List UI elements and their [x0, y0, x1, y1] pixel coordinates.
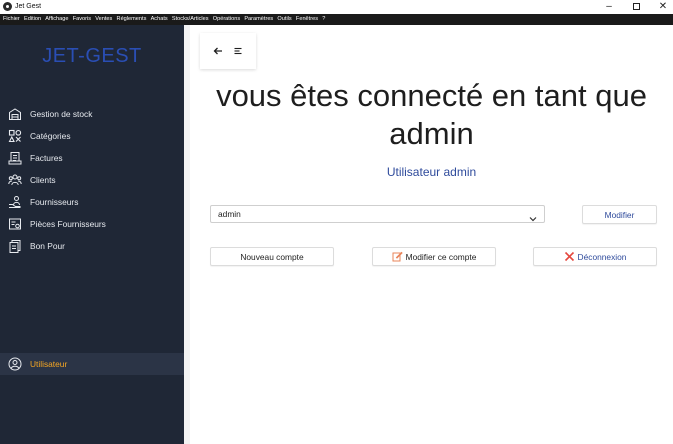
- sidebar-item-bon-pour[interactable]: Bon Pour: [0, 235, 184, 257]
- edit-account-label: Modifier ce compte: [405, 251, 477, 262]
- supplier-docs-icon: [8, 217, 22, 231]
- sidebar-item-fournisseurs[interactable]: Fournisseurs: [0, 191, 184, 213]
- menu-affichage[interactable]: Affichage: [45, 14, 68, 25]
- page-title: vous êtes connecté en tant que admin: [216, 78, 647, 151]
- menu-help[interactable]: ?: [322, 14, 325, 25]
- back-arrow-icon[interactable]: [211, 44, 225, 58]
- menu-ventes[interactable]: Ventes: [95, 14, 112, 25]
- brand-logo-text: JET-GEST: [42, 45, 142, 67]
- invoice-icon: [8, 151, 22, 165]
- clients-icon: [8, 173, 22, 187]
- menu-operations[interactable]: Opérations: [213, 14, 240, 25]
- menu-lines-icon[interactable]: [231, 44, 245, 58]
- warehouse-icon: [8, 107, 22, 121]
- close-x-icon: [564, 251, 575, 262]
- user-icon: [8, 357, 22, 371]
- sidebar-item-label: Fournisseurs: [30, 197, 79, 207]
- sidebar-item-categories[interactable]: Catégories: [0, 125, 184, 147]
- chevron-down-icon: [529, 210, 537, 222]
- maximize-icon: [632, 3, 640, 10]
- window-title: Jet Gest: [15, 3, 42, 10]
- sidebar: JET-GEST Gestion de stock Catégories Fac…: [0, 25, 184, 444]
- menu-edition[interactable]: Edition: [24, 14, 41, 25]
- menu-reglements[interactable]: Réglements: [117, 14, 147, 25]
- menu-outils[interactable]: Outils: [277, 14, 291, 25]
- user-select-value: admin: [218, 209, 241, 219]
- sidebar-nav: Gestion de stock Catégories Factures Cli…: [0, 103, 184, 257]
- maximize-button[interactable]: [624, 0, 648, 14]
- edit-icon: [392, 251, 403, 262]
- sidebar-item-label: Bon Pour: [30, 241, 65, 251]
- sidebar-item-pieces-fournisseurs[interactable]: Pièces Fournisseurs: [0, 213, 184, 235]
- menu-stocks-articles[interactable]: Stocks/Articles: [172, 14, 209, 25]
- menu-parametres[interactable]: Paramètres: [244, 14, 273, 25]
- window-titlebar: Jet Gest – ✕: [0, 0, 673, 14]
- menu-favoris[interactable]: Favoris: [73, 14, 91, 25]
- sidebar-item-label: Utilisateur: [30, 359, 68, 369]
- logout-button[interactable]: Déconnexion: [533, 247, 657, 266]
- menu-fenetres[interactable]: Fenêtres: [296, 14, 318, 25]
- sidebar-item-clients[interactable]: Clients: [0, 169, 184, 191]
- modifier-button[interactable]: Modifier: [582, 205, 657, 224]
- categories-icon: [8, 129, 22, 143]
- page-subtitle: Utilisateur admin: [386, 165, 477, 179]
- logout-label: Déconnexion: [577, 251, 627, 262]
- sidebar-item-label: Pièces Fournisseurs: [30, 219, 106, 229]
- sidebar-item-factures[interactable]: Factures: [0, 147, 184, 169]
- sidebar-item-gestion-de-stock[interactable]: Gestion de stock: [0, 103, 184, 125]
- sidebar-item-label: Clients: [30, 175, 56, 185]
- menu-achats[interactable]: Achats: [151, 14, 168, 25]
- toolbar: [200, 33, 256, 69]
- menu-bar: Fichier Edition Affichage Favoris Ventes…: [0, 14, 673, 25]
- minimize-button[interactable]: –: [597, 0, 621, 14]
- app-icon: [3, 2, 12, 11]
- supplier-icon: [8, 195, 22, 209]
- sidebar-item-label: Catégories: [30, 131, 71, 141]
- new-account-button[interactable]: Nouveau compte: [210, 247, 334, 266]
- sidebar-item-utilisateur[interactable]: Utilisateur: [0, 353, 184, 375]
- sidebar-item-label: Factures: [30, 153, 63, 163]
- main-area: vous êtes connecté en tant que admin Uti…: [184, 25, 673, 444]
- content-panel: vous êtes connecté en tant que admin Uti…: [190, 25, 673, 444]
- menu-fichier[interactable]: Fichier: [3, 14, 20, 25]
- sidebar-item-label: Gestion de stock: [30, 109, 93, 119]
- edit-account-button[interactable]: Modifier ce compte: [372, 247, 496, 266]
- user-select[interactable]: admin: [210, 205, 545, 223]
- voucher-icon: [8, 239, 22, 253]
- close-button[interactable]: ✕: [651, 0, 673, 14]
